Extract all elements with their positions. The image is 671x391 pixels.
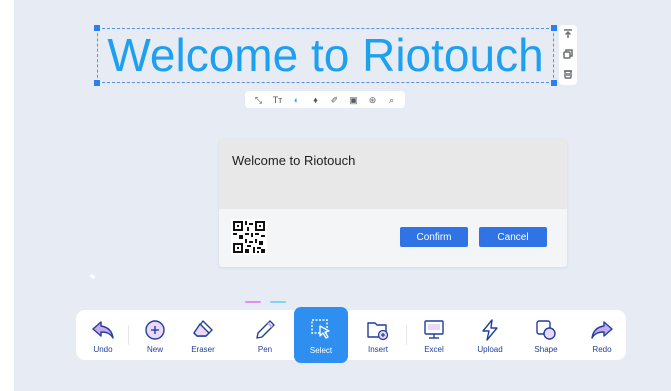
undo-label: Undo	[93, 345, 113, 354]
shape-icon	[536, 320, 556, 340]
pen-icon	[256, 320, 275, 339]
text-scale-icon[interactable]: ⤡	[253, 94, 265, 106]
ocr-icon[interactable]: ⊛	[367, 94, 379, 106]
text-format-toolbar: ⤡ Tт ◐ ♦ ✐ ▣ ⊛ ⌕	[245, 91, 405, 108]
page-indicator-2[interactable]	[270, 301, 286, 303]
excel-label: Excel	[424, 345, 444, 354]
insert-label: Insert	[367, 345, 388, 354]
page-indicator-1[interactable]	[245, 301, 261, 303]
resize-handle-top-left[interactable]	[94, 25, 100, 31]
redo-button[interactable]: Redo	[575, 310, 629, 360]
text-size-icon[interactable]: Tт	[272, 94, 284, 106]
insert-folder-icon	[367, 322, 389, 341]
excel-monitor-icon	[424, 320, 444, 339]
qr-code-icon	[231, 219, 267, 255]
select-icon	[311, 319, 330, 339]
dialog-message: Welcome to Riotouch	[232, 153, 356, 168]
pen-text-icon[interactable]: ✐	[329, 94, 341, 106]
select-button[interactable]: Select	[294, 307, 348, 363]
undo-button[interactable]: Undo	[76, 310, 130, 360]
eraser-label: Eraser	[191, 345, 215, 354]
cancel-button[interactable]: Cancel	[479, 227, 547, 247]
selected-text-element[interactable]: Welcome to Riotouch	[94, 25, 557, 86]
image-text-icon[interactable]: ▣	[348, 94, 360, 106]
delete-icon[interactable]	[563, 66, 573, 84]
text-style-icon[interactable]: ♦	[310, 94, 322, 106]
redo-label: Redo	[592, 345, 612, 354]
excel-button[interactable]: Excel	[407, 310, 461, 360]
new-button[interactable]: New	[128, 310, 182, 360]
select-label: Select	[309, 346, 333, 355]
welcome-dialog: Welcome to Riotouch Confirm Cancel	[219, 139, 567, 267]
new-label: New	[146, 345, 163, 354]
resize-handle-bottom-left[interactable]	[94, 80, 100, 86]
eraser-icon	[193, 320, 213, 337]
new-page-icon	[145, 320, 165, 340]
pen-label: Pen	[257, 345, 273, 354]
bottom-toolbar: Undo New Eraser Pen Select Insert Excel …	[76, 307, 629, 363]
color-picker-icon[interactable]: ◐	[291, 94, 303, 106]
upload-label: Upload	[477, 345, 503, 354]
eraser-button[interactable]: Eraser	[176, 310, 230, 360]
title-text[interactable]: Welcome to Riotouch	[98, 25, 553, 85]
insert-button[interactable]: Insert	[351, 310, 405, 360]
shape-button[interactable]: Shape	[519, 310, 573, 360]
bring-to-top-icon[interactable]	[563, 26, 573, 44]
upload-bolt-icon	[482, 319, 498, 341]
dialog-message-area: Welcome to Riotouch	[219, 139, 567, 209]
shape-label: Shape	[534, 345, 558, 354]
upload-button[interactable]: Upload	[463, 310, 517, 360]
redo-icon	[591, 321, 613, 339]
resize-handle-top-right[interactable]	[551, 25, 557, 31]
duplicate-icon[interactable]	[563, 46, 573, 64]
element-side-toolbar	[559, 25, 577, 85]
resize-handle-bottom-right[interactable]	[551, 80, 557, 86]
search-icon[interactable]: ⌕	[386, 94, 398, 106]
confirm-button[interactable]: Confirm	[400, 227, 468, 247]
pen-button[interactable]: Pen	[238, 310, 292, 360]
undo-icon	[92, 321, 114, 339]
